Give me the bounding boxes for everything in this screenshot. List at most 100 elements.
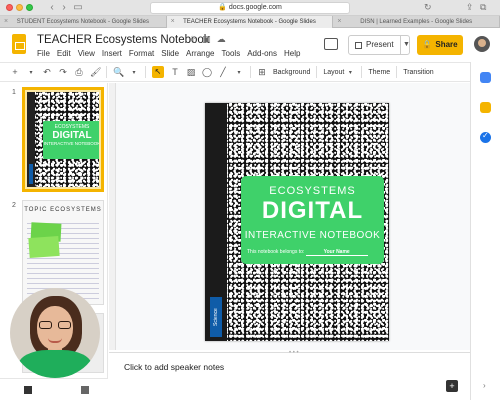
- add-comment-icon[interactable]: ⊞: [257, 67, 267, 78]
- back-arrow-icon[interactable]: ‹: [46, 2, 58, 14]
- url-text: docs.google.com: [228, 4, 282, 11]
- browser-tab-disn[interactable]: × DISN | Learned Examples - Google Slide…: [333, 16, 500, 28]
- url-bar[interactable]: 🔒 docs.google.com: [150, 2, 350, 14]
- sticky-note: [28, 235, 60, 259]
- chevron-right-icon[interactable]: ›: [483, 381, 486, 390]
- zoom-window-button[interactable]: [26, 4, 33, 11]
- tab-label: DISN | Learned Examples - Google Slides: [360, 19, 473, 25]
- close-icon[interactable]: ×: [171, 16, 175, 28]
- star-icon[interactable]: ☆: [188, 34, 196, 45]
- share-button[interactable]: 🔒 Share: [417, 35, 463, 55]
- theme-button[interactable]: Theme: [368, 69, 390, 76]
- lock-icon: 🔒: [218, 4, 227, 11]
- keep-icon[interactable]: [480, 102, 491, 113]
- menu-edit[interactable]: Edit: [57, 49, 71, 58]
- new-slide-plus-icon[interactable]: +: [10, 67, 20, 77]
- speaker-notes[interactable]: • • • Click to add speaker notes +: [109, 350, 470, 400]
- image-icon[interactable]: ▨: [186, 67, 196, 78]
- forward-arrow-icon[interactable]: ›: [58, 2, 70, 14]
- editing-toolbar: + ▾ ↶ ↷ ⎙ 🖌 🔍 ▾ ↖ T ▨ ◯ ╱ ▾ ⊞ Background…: [0, 62, 470, 82]
- presenter-shirt: [18, 350, 92, 378]
- toolbar-divider: [250, 66, 251, 78]
- undo-icon[interactable]: ↶: [42, 67, 52, 78]
- account-avatar[interactable]: [474, 36, 490, 52]
- share-icon[interactable]: ⇪: [466, 2, 474, 13]
- layout-button[interactable]: Layout: [323, 69, 344, 76]
- slide-number: 2: [12, 202, 16, 209]
- menu-add-ons[interactable]: Add-ons: [247, 49, 277, 58]
- background-button[interactable]: Background: [273, 69, 310, 76]
- menu-file[interactable]: File: [37, 49, 50, 58]
- cover-subject: ECOSYSTEMS: [269, 185, 356, 197]
- menu-slide[interactable]: Slide: [161, 49, 179, 58]
- filmstrip-view-controls: [0, 378, 108, 400]
- layout-chevron-down-icon[interactable]: ▾: [345, 69, 355, 76]
- select-cursor-icon[interactable]: ↖: [152, 66, 164, 78]
- vertical-ruler[interactable]: [109, 83, 116, 350]
- glasses-icon: [39, 321, 71, 330]
- menu-insert[interactable]: Insert: [102, 49, 122, 58]
- present-options-chevron-down-icon[interactable]: ▼: [400, 35, 412, 55]
- slide-number: 1: [12, 89, 16, 96]
- close-icon[interactable]: ×: [4, 16, 8, 28]
- browser-tabs: × STUDENT Ecosystems Notebook - Google S…: [0, 16, 500, 28]
- present-label: Present: [366, 40, 394, 49]
- share-label: Share: [435, 40, 458, 49]
- browser-tab-teacher[interactable]: × TEACHER Ecosystems Notebook - Google S…: [166, 16, 334, 28]
- notes-resize-handle[interactable]: • • •: [289, 350, 299, 356]
- document-title[interactable]: TEACHER Ecosystems Notebook: [37, 34, 210, 46]
- cover-subtitle: INTERACTIVE NOTEBOOK: [244, 230, 381, 241]
- minimize-window-button[interactable]: [16, 4, 23, 11]
- filmstrip-view-icon[interactable]: [24, 386, 32, 394]
- reload-icon[interactable]: ↻: [424, 2, 432, 13]
- toolbar-divider: [145, 66, 146, 78]
- cover-title-card[interactable]: ECOSYSTEMS DIGITAL INTERACTIVE NOTEBOOK …: [241, 176, 384, 264]
- tasks-icon[interactable]: [480, 131, 491, 143]
- calendar-icon[interactable]: [480, 72, 491, 83]
- sidebar-icon[interactable]: ▭: [72, 2, 84, 14]
- slide-thumbnail-cover: ECOSYSTEMS DIGITAL INTERACTIVE NOTEBOOK: [27, 92, 99, 187]
- owner-name-field[interactable]: Your Name: [305, 249, 368, 256]
- toolbar-divider: [396, 66, 398, 78]
- new-slide-chevron-down-icon[interactable]: ▾: [26, 69, 36, 76]
- spine: [27, 92, 35, 187]
- paint-format-icon[interactable]: 🖌: [90, 67, 101, 78]
- zoom-chevron-down-icon[interactable]: ▾: [129, 69, 139, 76]
- zoom-icon[interactable]: 🔍: [113, 67, 124, 78]
- text-box-icon[interactable]: T: [170, 67, 180, 77]
- current-slide[interactable]: Science ECOSYSTEMS DIGITAL INTERACTIVE N…: [205, 103, 389, 341]
- shape-icon[interactable]: ◯: [202, 67, 212, 78]
- cover-line2: DIGITAL: [52, 130, 92, 141]
- grid-view-icon[interactable]: [81, 386, 89, 394]
- slide-thumbnail-1[interactable]: ECOSYSTEMS DIGITAL INTERACTIVE NOTEBOOK: [22, 87, 104, 192]
- notebook-spine: Science: [205, 103, 227, 341]
- browser-tab-student[interactable]: × STUDENT Ecosystems Notebook - Google S…: [0, 16, 167, 28]
- cloud-saved-icon[interactable]: ☁: [217, 34, 226, 45]
- transition-button[interactable]: Transition: [403, 69, 433, 76]
- line-chevron-down-icon[interactable]: ▾: [234, 69, 244, 76]
- close-icon[interactable]: ×: [337, 16, 341, 28]
- menu-view[interactable]: View: [78, 49, 95, 58]
- toolbar-divider: [106, 66, 107, 78]
- browser-toolbar: ‹ › ▭ 🔒 docs.google.com ⇪ ⧉ ↻: [0, 0, 500, 16]
- move-folder-icon[interactable]: ▣: [202, 34, 211, 45]
- redo-icon[interactable]: ↷: [58, 67, 68, 78]
- speaker-notes-placeholder[interactable]: Click to add speaker notes: [124, 362, 224, 372]
- slides-logo-icon[interactable]: [12, 34, 26, 54]
- title-actions: ☆ ▣ ☁: [188, 34, 226, 45]
- menu-help[interactable]: Help: [284, 49, 300, 58]
- slide2-title: TOPIC ECOSYSTEMS: [24, 207, 102, 213]
- menu-arrange[interactable]: Arrange: [186, 49, 214, 58]
- tabs-overview-icon[interactable]: ⧉: [480, 2, 486, 13]
- explore-icon[interactable]: +: [446, 380, 458, 392]
- tab-label: STUDENT Ecosystems Notebook - Google Sli…: [16, 19, 149, 25]
- comments-icon[interactable]: [324, 38, 338, 50]
- owner-line: This notebook belongs to: Your Name: [247, 249, 378, 256]
- cover-label: ECOSYSTEMS DIGITAL INTERACTIVE NOTEBOOK: [43, 121, 99, 159]
- line-icon[interactable]: ╱: [218, 67, 228, 78]
- print-icon[interactable]: ⎙: [74, 67, 84, 78]
- side-panel: ›: [470, 62, 500, 400]
- close-window-button[interactable]: [6, 4, 13, 11]
- menu-format[interactable]: Format: [129, 49, 154, 58]
- menu-tools[interactable]: Tools: [222, 49, 241, 58]
